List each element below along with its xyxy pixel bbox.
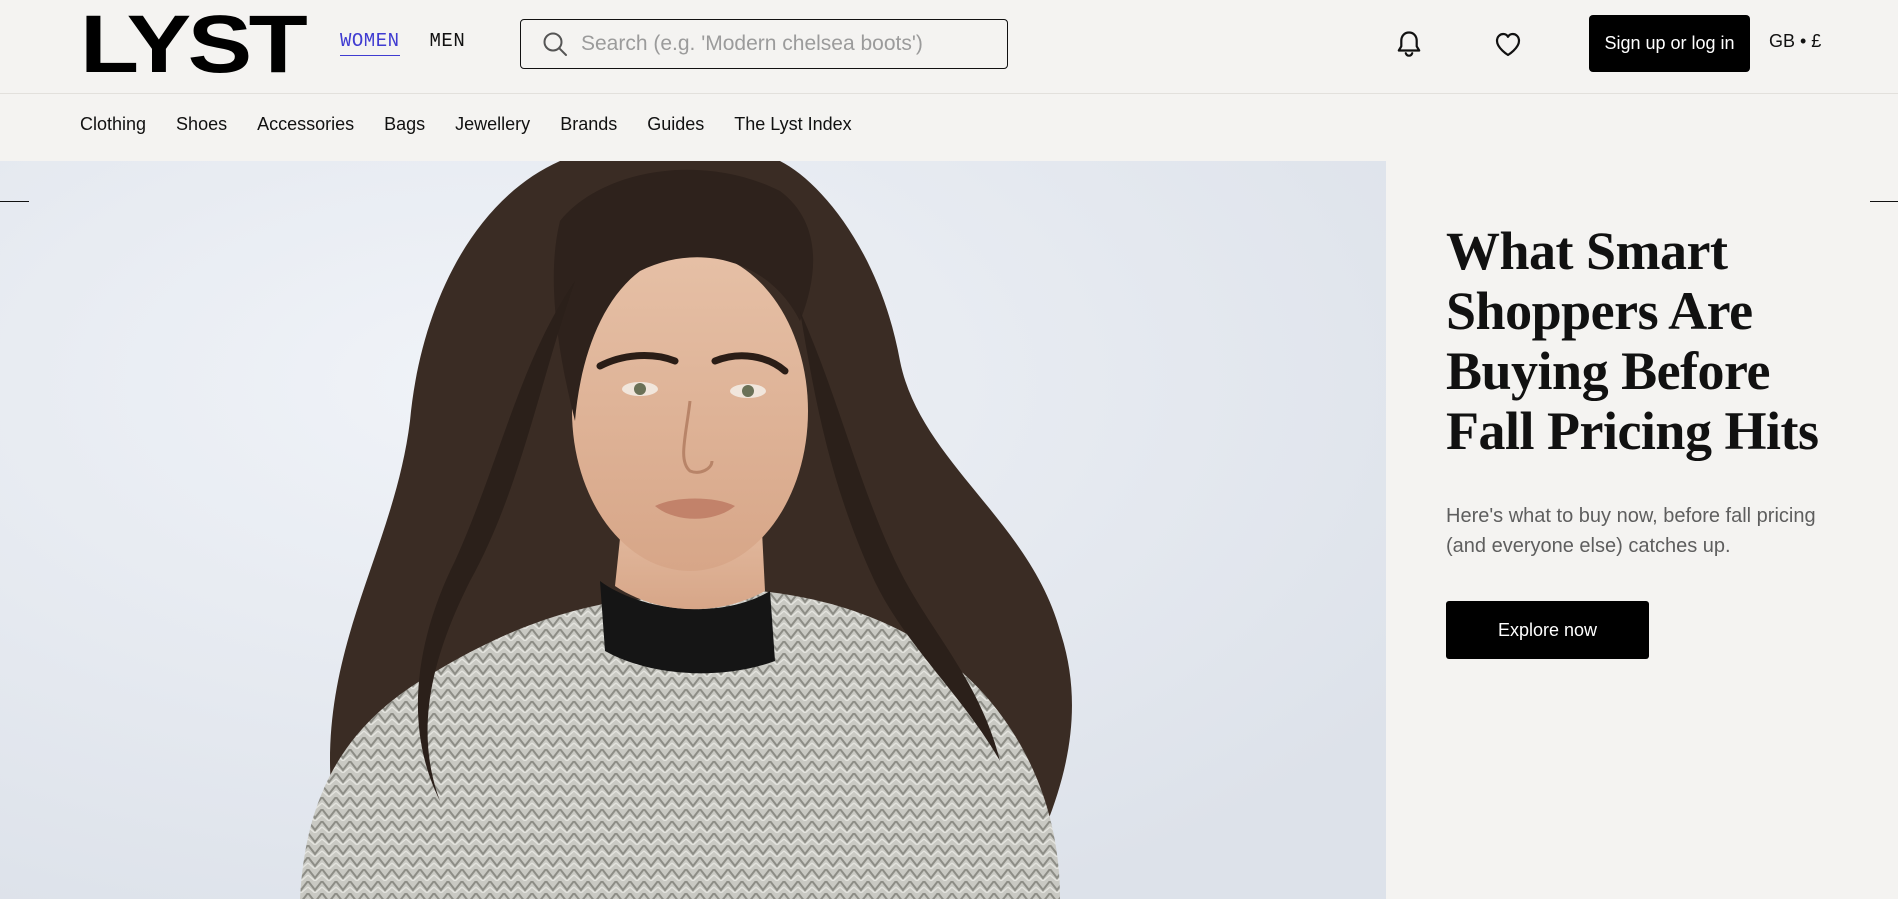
search-icon	[543, 32, 567, 56]
explore-now-button[interactable]: Explore now	[1446, 601, 1649, 659]
region-currency-selector[interactable]: GB • £	[1769, 31, 1821, 52]
search-bar[interactable]	[520, 19, 1008, 69]
slide-indicator-left	[0, 201, 29, 202]
nav-item-brands[interactable]: Brands	[560, 114, 617, 135]
nav-item-shoes[interactable]: Shoes	[176, 114, 227, 135]
nav-item-jewellery[interactable]: Jewellery	[455, 114, 530, 135]
heart-icon[interactable]	[1492, 28, 1524, 60]
search-input[interactable]	[581, 32, 1007, 56]
hero-image[interactable]	[0, 161, 1386, 899]
lyst-logo[interactable]: LYST	[80, 4, 308, 86]
tab-men[interactable]: MEN	[430, 30, 466, 56]
nav-item-accessories[interactable]: Accessories	[257, 114, 354, 135]
gender-nav: WOMEN MEN	[340, 30, 465, 56]
tab-women[interactable]: WOMEN	[340, 30, 400, 56]
hero-subtitle: Here's what to buy now, before fall pric…	[1446, 505, 1816, 557]
nav-item-bags[interactable]: Bags	[384, 114, 425, 135]
bell-icon[interactable]	[1393, 28, 1425, 60]
nav-item-lyst-index[interactable]: The Lyst Index	[734, 114, 851, 135]
hero-title: What Smart Shoppers Are Buying Before Fa…	[1446, 221, 1819, 461]
site-header: LYST WOMEN MEN Sign up or log in GB • £	[0, 0, 1898, 94]
nav-item-clothing[interactable]: Clothing	[80, 114, 146, 135]
nav-item-guides[interactable]: Guides	[647, 114, 704, 135]
hero-model-illustration	[0, 161, 1386, 899]
category-nav: Clothing Shoes Accessories Bags Jeweller…	[80, 114, 882, 135]
signup-login-button[interactable]: Sign up or log in	[1589, 15, 1750, 72]
slide-indicator-right	[1870, 201, 1898, 202]
